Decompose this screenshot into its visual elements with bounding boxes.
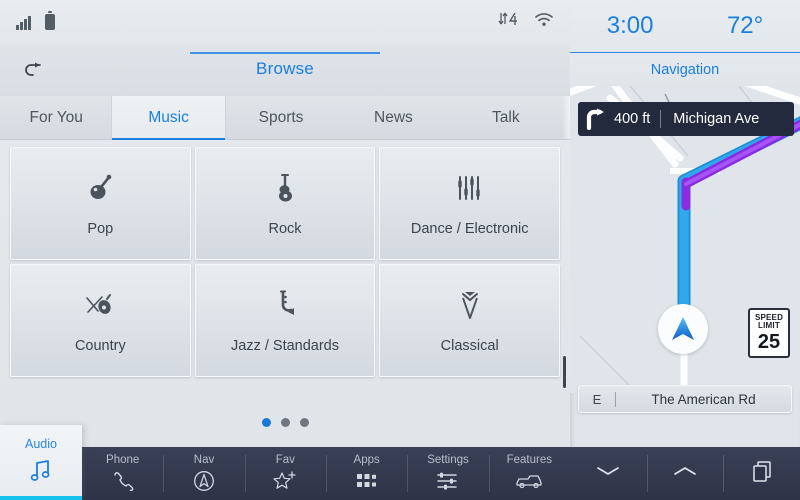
nav-item-nav[interactable]: Nav bbox=[163, 447, 244, 500]
tab-for-you[interactable]: For You bbox=[0, 96, 112, 139]
header-underline bbox=[190, 52, 380, 54]
nav-title-label: Navigation bbox=[650, 61, 720, 78]
layers-cards-icon bbox=[750, 459, 774, 488]
page-dot-1[interactable] bbox=[261, 418, 271, 427]
nav-item-fav[interactable]: Fav bbox=[244, 447, 326, 500]
page-dot-2[interactable] bbox=[280, 418, 290, 427]
saxophone-icon bbox=[275, 288, 295, 322]
apps-grid-icon bbox=[356, 469, 378, 493]
nav-panel-title[interactable]: Navigation bbox=[570, 52, 800, 86]
map-view[interactable]: 400 ft Michigan Ave SPEED LIMIT 25 bbox=[570, 86, 800, 393]
genre-tile-pop[interactable]: Pop bbox=[10, 147, 191, 260]
tab-talk[interactable]: Talk bbox=[450, 96, 562, 139]
vehicle-truck-icon bbox=[515, 469, 543, 493]
microphone-icon bbox=[87, 171, 113, 205]
genre-tile-classical[interactable]: Classical bbox=[379, 264, 561, 377]
music-note-icon bbox=[30, 459, 52, 488]
genre-tile-jazz-standards[interactable]: Jazz / Standards bbox=[194, 264, 376, 377]
compass-circle-icon bbox=[193, 469, 215, 493]
temperature: 72° bbox=[726, 12, 764, 39]
genre-label: Dance / Electronic bbox=[410, 220, 529, 237]
genre-label: Rock bbox=[268, 220, 302, 237]
source-tab-audio[interactable]: Audio bbox=[0, 425, 82, 500]
audio-panel: Browse For You Music Sports News Talk Po… bbox=[0, 0, 570, 500]
sliders-icon bbox=[436, 469, 460, 493]
nav-item-apps[interactable]: Apps bbox=[325, 447, 407, 500]
genre-tile-rock[interactable]: Rock bbox=[194, 147, 376, 260]
tuxedo-bowtie-icon bbox=[457, 288, 483, 322]
genre-label: Classical bbox=[440, 337, 499, 354]
nav-item-features[interactable]: Features bbox=[488, 447, 570, 500]
genre-label: Pop bbox=[87, 220, 114, 237]
equalizer-sliders-icon bbox=[456, 171, 484, 205]
nav-label: Features bbox=[506, 454, 552, 466]
speed-limit-line2: LIMIT bbox=[758, 321, 780, 330]
nav-label: Fav bbox=[275, 454, 295, 466]
page-title: Browse bbox=[256, 59, 314, 78]
star-plus-icon bbox=[273, 469, 297, 493]
page-indicator bbox=[0, 418, 570, 427]
phone-handset-icon bbox=[112, 469, 134, 493]
genre-grid: Pop Rock Dance / Electronic Country Jazz… bbox=[0, 141, 570, 413]
nav-item-settings[interactable]: Settings bbox=[407, 447, 488, 500]
compass-direction: E bbox=[592, 391, 602, 407]
nav-label: Settings bbox=[427, 454, 469, 466]
page-dot-3[interactable] bbox=[299, 418, 309, 427]
infotainment-screen: Browse For You Music Sports News Talk Po… bbox=[0, 0, 800, 500]
tab-news[interactable]: News bbox=[337, 96, 449, 139]
clock: 3:00 bbox=[606, 12, 654, 39]
audio-tab-underline bbox=[0, 496, 82, 500]
tab-music[interactable]: Music bbox=[112, 96, 226, 140]
genre-row-1: Pop Rock Dance / Electronic bbox=[10, 147, 561, 260]
data-transfer-4g-icon bbox=[498, 11, 520, 33]
nav-bottom-bar bbox=[570, 447, 800, 500]
speed-limit-sign: SPEED LIMIT 25 bbox=[748, 308, 790, 358]
turn-street-name: Michigan Ave bbox=[673, 111, 760, 127]
turn-right-arrow-icon bbox=[578, 108, 612, 130]
map-zoom-out-button[interactable] bbox=[570, 447, 647, 500]
genre-tile-dance-electronic[interactable]: Dance / Electronic bbox=[379, 147, 561, 260]
speed-limit-value: 25 bbox=[757, 331, 781, 353]
grid-scrollbar[interactable] bbox=[563, 356, 566, 388]
chevron-up-icon bbox=[672, 464, 698, 483]
navigation-panel: 3:00 72° Navigation 400 ft Michigan Ave … bbox=[570, 0, 800, 500]
map-zoom-in-button[interactable] bbox=[646, 447, 724, 500]
bottom-nav-bar: Phone Nav Fav Apps Settings Features bbox=[82, 447, 570, 500]
genre-tile-country[interactable]: Country bbox=[10, 264, 191, 377]
category-tabbar: For You Music Sports News Talk bbox=[0, 96, 570, 140]
browse-header: Browse bbox=[0, 44, 570, 96]
current-street-name: The American Rd bbox=[651, 391, 756, 407]
electric-guitar-icon bbox=[274, 171, 296, 205]
wifi-icon bbox=[534, 12, 554, 32]
signal-bars-icon bbox=[16, 15, 31, 30]
banjo-fiddle-icon bbox=[85, 288, 115, 322]
nav-item-phone[interactable]: Phone bbox=[82, 447, 163, 500]
status-bar bbox=[0, 0, 570, 44]
genre-row-2: Country Jazz / Standards Classical bbox=[10, 264, 561, 377]
nav-status-bar: 3:00 72° bbox=[570, 0, 800, 52]
nav-label: Phone bbox=[106, 454, 140, 466]
chevron-down-icon bbox=[595, 464, 621, 483]
nav-label: Nav bbox=[193, 454, 215, 466]
tabbar-edge-fade bbox=[562, 96, 570, 139]
battery-icon bbox=[44, 11, 55, 30]
tab-sports[interactable]: Sports bbox=[225, 96, 337, 139]
audio-tab-label: Audio bbox=[25, 437, 57, 451]
current-street-bar[interactable]: E The American Rd bbox=[578, 385, 792, 413]
turn-instruction-banner: 400 ft Michigan Ave bbox=[578, 102, 794, 136]
vehicle-position-arrow-icon bbox=[658, 304, 708, 354]
nav-label: Apps bbox=[353, 454, 380, 466]
genre-label: Jazz / Standards bbox=[231, 337, 339, 354]
turn-distance: 400 ft bbox=[614, 111, 651, 127]
genre-label: Country bbox=[74, 337, 126, 354]
map-layers-button[interactable] bbox=[723, 447, 800, 500]
